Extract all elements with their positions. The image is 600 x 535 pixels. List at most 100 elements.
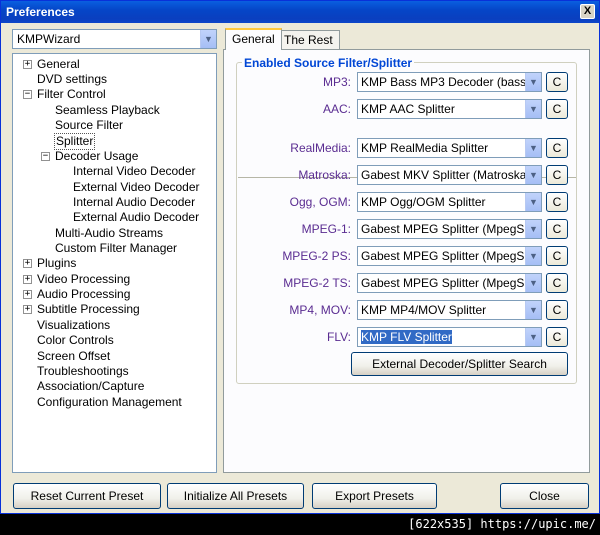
collapse-icon[interactable]: − — [23, 90, 32, 99]
mp3-select[interactable]: KMP Bass MP3 Decoder (bass.d ▼ — [357, 72, 542, 92]
tree-label: Video Processing — [37, 272, 131, 286]
tree-item-screen-offset[interactable]: Screen Offset — [37, 349, 110, 364]
chevron-down-icon[interactable]: ▼ — [525, 139, 541, 157]
mpeg1-select[interactable]: Gabest MPEG Splitter (MpegSp ▼ — [357, 219, 542, 239]
tree-item-association-capture[interactable]: Association/Capture — [37, 379, 144, 394]
chevron-down-icon[interactable]: ▼ — [525, 193, 541, 211]
mpeg1-config-button[interactable]: C — [546, 219, 568, 239]
tree-label: Plugins — [37, 256, 77, 270]
chevron-down-icon[interactable]: ▼ — [525, 274, 541, 292]
tree-item-subtitle-processing[interactable]: + Subtitle Processing — [23, 302, 140, 317]
ogg-config-button[interactable]: C — [546, 192, 568, 212]
matroska-label: Matroska: — [298, 168, 351, 182]
tree-item-general[interactable]: + General — [23, 57, 80, 72]
preferences-window: Preferences X KMPWizard ▼ + General DVD s… — [0, 0, 600, 514]
tree-item-dvd-settings[interactable]: DVD settings — [37, 72, 107, 87]
close-button[interactable]: Close — [500, 483, 589, 509]
mpeg2ps-select[interactable]: Gabest MPEG Splitter (MpegSp ▼ — [357, 246, 542, 266]
tree-item-custom-filter-manager[interactable]: Custom Filter Manager — [55, 241, 177, 256]
window-title: Preferences — [6, 5, 75, 19]
tree-item-source-filter[interactable]: Source Filter — [55, 118, 123, 133]
tree-item-audio-processing[interactable]: + Audio Processing — [23, 287, 130, 302]
ogg-label: Ogg, OGM: — [289, 195, 351, 209]
flv-config-button[interactable]: C — [546, 327, 568, 347]
aac-config-button[interactable]: C — [546, 99, 568, 119]
tree-item-video-processing[interactable]: + Video Processing — [23, 272, 130, 287]
expand-icon[interactable]: + — [23, 60, 32, 69]
flv-select[interactable]: KMP FLV Splitter ▼ — [357, 327, 542, 347]
mpeg2ps-value: Gabest MPEG Splitter (MpegSp — [361, 249, 532, 263]
chevron-down-icon[interactable]: ▼ — [525, 166, 541, 184]
mpeg2ts-select[interactable]: Gabest MPEG Splitter (MpegSp ▼ — [357, 273, 542, 293]
tree-label: Screen Offset — [37, 349, 111, 363]
mp4-label: MP4, MOV: — [289, 303, 351, 317]
chevron-down-icon[interactable]: ▼ — [525, 301, 541, 319]
chevron-down-icon[interactable]: ▼ — [525, 100, 541, 118]
preset-dropdown[interactable]: KMPWizard ▼ — [12, 29, 217, 49]
reset-preset-button[interactable]: Reset Current Preset — [13, 483, 161, 509]
preset-value: KMPWizard — [17, 32, 81, 46]
tab-the-rest[interactable]: The Rest — [277, 30, 340, 50]
tree-item-filter-control[interactable]: − Filter Control — [23, 87, 106, 102]
ogg-select[interactable]: KMP Ogg/OGM Splitter ▼ — [357, 192, 542, 212]
tree-item-external-video-decoder[interactable]: External Video Decoder — [73, 180, 200, 195]
expand-icon[interactable]: + — [23, 290, 32, 299]
chevron-down-icon[interactable]: ▼ — [525, 73, 541, 91]
tab-general[interactable]: General — [225, 28, 282, 50]
close-icon[interactable]: X — [580, 4, 595, 19]
image-host-caption: [622x535] https://upic.me/ — [0, 514, 600, 535]
chevron-down-icon[interactable]: ▼ — [525, 328, 541, 346]
export-presets-button[interactable]: Export Presets — [312, 483, 437, 509]
settings-tree[interactable]: + General DVD settings − Filter Control Se… — [12, 53, 217, 473]
tree-label: Filter Control — [37, 87, 106, 101]
collapse-icon[interactable]: − — [41, 152, 50, 161]
tree-label: Color Controls — [37, 333, 114, 347]
mpeg2ps-config-button[interactable]: C — [546, 246, 568, 266]
tree-item-configuration-management[interactable]: Configuration Management — [37, 395, 182, 410]
tree-label: Internal Video Decoder — [73, 164, 196, 178]
chevron-down-icon[interactable]: ▼ — [525, 247, 541, 265]
expand-icon[interactable]: + — [23, 275, 32, 284]
chevron-down-icon[interactable]: ▼ — [200, 30, 216, 48]
mpeg2ps-label: MPEG-2 PS: — [282, 249, 351, 263]
mpeg1-label: MPEG-1: — [301, 222, 351, 236]
tree-item-internal-audio-decoder[interactable]: Internal Audio Decoder — [73, 195, 195, 210]
mp4-config-button[interactable]: C — [546, 300, 568, 320]
mp3-config-button[interactable]: C — [546, 72, 568, 92]
group-title: Enabled Source Filter/Splitter — [242, 56, 415, 70]
tree-item-seamless-playback[interactable]: Seamless Playback — [55, 103, 160, 118]
aac-value: KMP AAC Splitter — [361, 102, 455, 116]
mpeg2ts-config-button[interactable]: C — [546, 273, 568, 293]
tree-label: Visualizations — [37, 318, 111, 332]
matroska-select[interactable]: Gabest MKV Splitter (Matroska$ ▼ — [357, 165, 542, 185]
tree-label: Seamless Playback — [55, 103, 160, 117]
matroska-config-button[interactable]: C — [546, 165, 568, 185]
tree-item-plugins[interactable]: + Plugins — [23, 256, 76, 271]
aac-select[interactable]: KMP AAC Splitter ▼ — [357, 99, 542, 119]
ogg-value: KMP Ogg/OGM Splitter — [361, 195, 486, 209]
mpeg1-value: Gabest MPEG Splitter (MpegSp — [361, 222, 532, 236]
title-bar[interactable]: Preferences X — [1, 1, 599, 23]
tree-label: Association/Capture — [37, 379, 145, 393]
realmedia-select[interactable]: KMP RealMedia Splitter ▼ — [357, 138, 542, 158]
tree-item-internal-video-decoder[interactable]: Internal Video Decoder — [73, 164, 196, 179]
tree-label: Configuration Management — [37, 395, 182, 409]
external-search-button[interactable]: External Decoder/Splitter Search — [351, 352, 568, 376]
tree-item-visualizations[interactable]: Visualizations — [37, 318, 110, 333]
tree-label: Splitter — [56, 134, 94, 148]
tree-item-color-controls[interactable]: Color Controls — [37, 333, 114, 348]
tree-item-decoder-usage[interactable]: − Decoder Usage — [41, 149, 138, 164]
tree-item-multi-audio-streams[interactable]: Multi-Audio Streams — [55, 226, 163, 241]
mp4-select[interactable]: KMP MP4/MOV Splitter ▼ — [357, 300, 542, 320]
chevron-down-icon[interactable]: ▼ — [525, 220, 541, 238]
tree-item-troubleshootings[interactable]: Troubleshootings — [37, 364, 129, 379]
tree-label: Internal Audio Decoder — [73, 195, 196, 209]
tree-item-splitter[interactable]: Splitter — [53, 133, 96, 150]
expand-icon[interactable]: + — [23, 305, 32, 314]
mp4-value: KMP MP4/MOV Splitter — [361, 303, 487, 317]
realmedia-config-button[interactable]: C — [546, 138, 568, 158]
expand-icon[interactable]: + — [23, 259, 32, 268]
initialize-presets-button[interactable]: Initialize All Presets — [167, 483, 304, 509]
tree-item-external-audio-decoder[interactable]: External Audio Decoder — [73, 210, 199, 225]
tree-label: Decoder Usage — [55, 149, 139, 163]
